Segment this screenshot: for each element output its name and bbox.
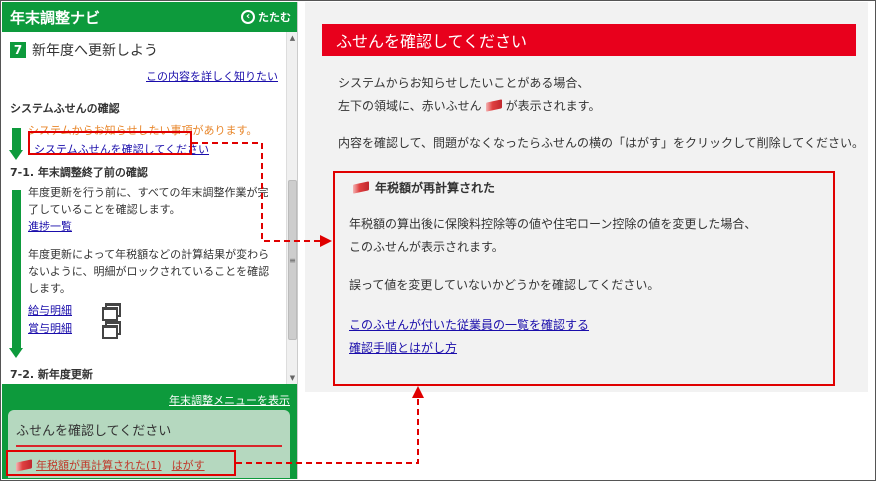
arrowhead-right	[320, 235, 332, 247]
callout-arrow-bottom	[236, 398, 419, 464]
callout-arrow-top	[192, 142, 320, 242]
arrowhead-up	[412, 386, 424, 398]
callout-arrows	[192, 142, 424, 464]
